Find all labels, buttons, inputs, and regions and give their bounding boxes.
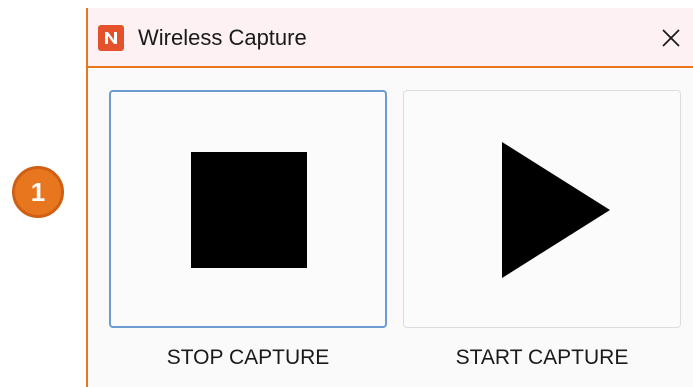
wireless-capture-window: Wireless Capture STOP CAPTURE START CAPT… xyxy=(86,8,693,387)
start-capture-label: START CAPTURE xyxy=(455,346,629,369)
start-capture-button[interactable] xyxy=(403,90,681,328)
title-bar: Wireless Capture xyxy=(88,8,693,68)
app-logo-icon xyxy=(98,25,124,51)
step-number-badge: 1 xyxy=(12,166,64,218)
screenshot-stage: 1 Wireless Capture STOP CAPTURE START CA… xyxy=(0,0,693,387)
play-icon xyxy=(502,142,610,278)
close-icon xyxy=(662,29,680,47)
stop-capture-label: STOP CAPTURE xyxy=(166,346,330,369)
close-button[interactable] xyxy=(653,20,689,56)
window-content: STOP CAPTURE START CAPTURE xyxy=(88,68,693,387)
stop-capture-button[interactable] xyxy=(109,90,387,328)
stop-icon xyxy=(191,152,307,268)
window-title: Wireless Capture xyxy=(138,25,307,50)
step-number: 1 xyxy=(30,176,46,207)
